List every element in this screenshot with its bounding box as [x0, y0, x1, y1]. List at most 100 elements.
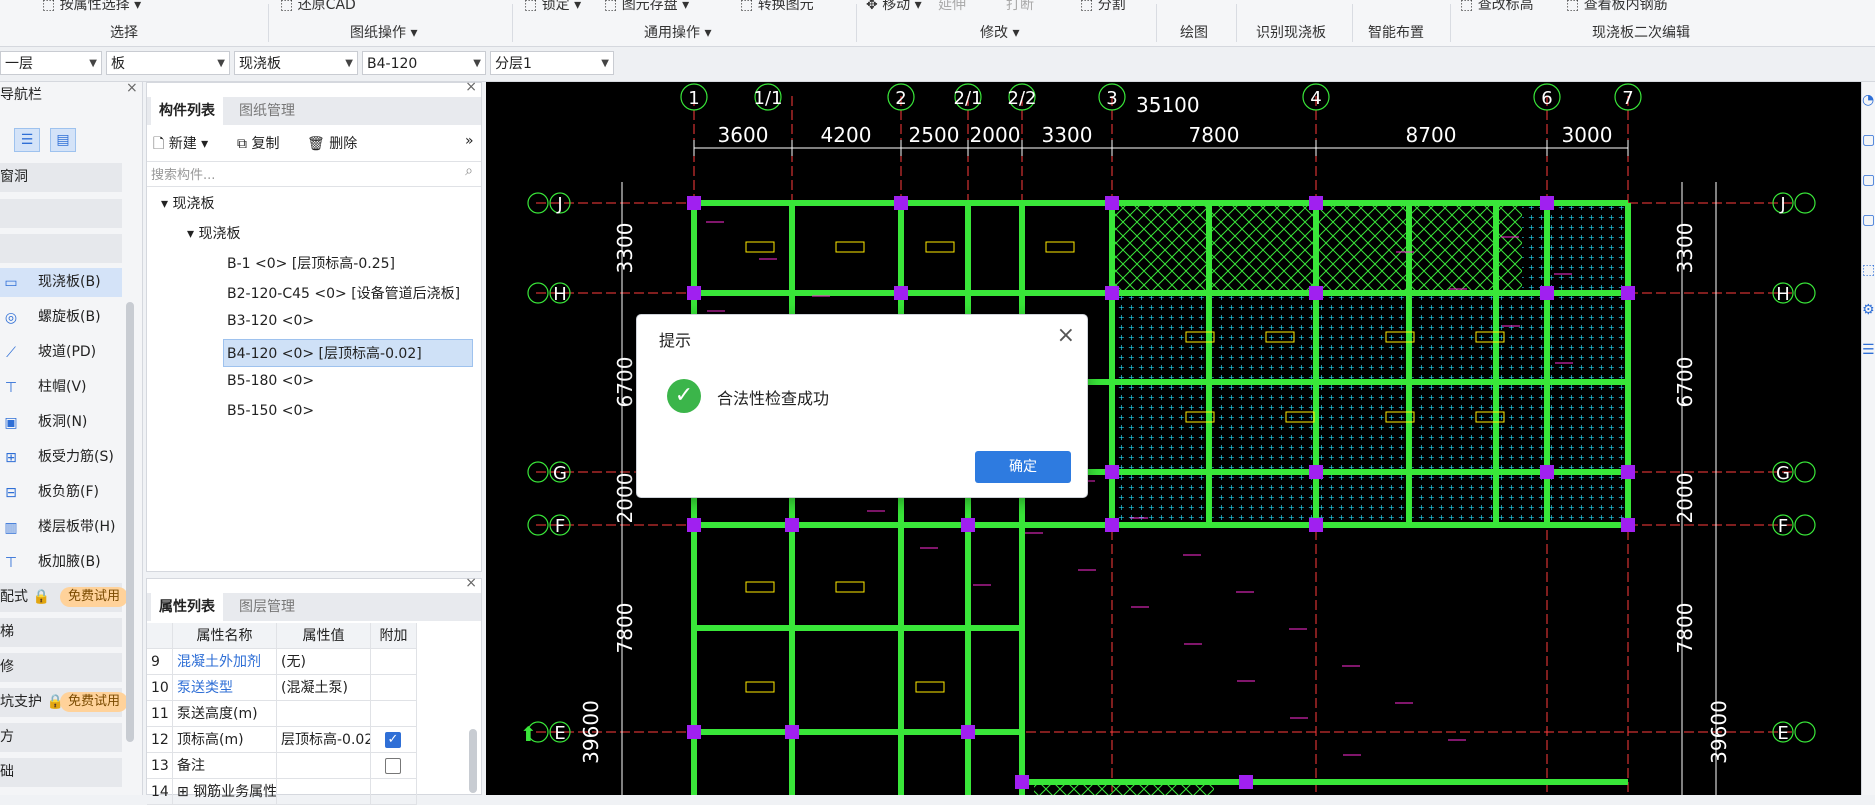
nav-item-column-cap[interactable]: ⊤ 柱帽(V)	[0, 373, 122, 402]
close-icon[interactable]: ×	[465, 575, 477, 591]
close-icon[interactable]: ×	[465, 79, 477, 95]
tab-layer-manage[interactable]: 图层管理	[231, 593, 303, 621]
view-icon[interactable]: ◔	[1862, 92, 1874, 108]
nav-scrollbar[interactable]	[126, 302, 134, 742]
property-name: 备注	[173, 753, 277, 779]
lock-button[interactable]: ⬚ 锁定 ▾	[524, 0, 581, 14]
ok-button[interactable]: 确定	[975, 451, 1071, 483]
property-value[interactable]	[277, 753, 371, 779]
nav-item-cast-slab[interactable]: ▭ 现浇板(B)	[0, 268, 122, 297]
3d-icon[interactable]: ▢	[1862, 132, 1875, 148]
nav-item-main-rebar[interactable]: ⊞ 板受力筋(S)	[0, 443, 122, 472]
property-value[interactable]: (无)	[277, 649, 371, 675]
restore-cad-button[interactable]: ⬚ 还原CAD	[280, 0, 356, 14]
save-icon: ⬚	[604, 0, 622, 13]
column	[1105, 286, 1119, 300]
split-button[interactable]: ⬚ 分割	[1080, 0, 1126, 14]
property-value[interactable]: 层顶标高-0.02	[277, 727, 371, 753]
view-toolbar: ◔ ▢ ▢ ▢ ⬚ ⚙ ☰	[1861, 82, 1875, 795]
detail-view-icon[interactable]: ▤	[50, 128, 76, 152]
search-box[interactable]: 搜索构件... ⌕	[147, 161, 481, 187]
nav-band-empty[interactable]	[0, 199, 122, 228]
tree-child[interactable]: ▾ 现浇板	[187, 223, 240, 243]
column	[1105, 465, 1119, 479]
nav-item-haunch[interactable]: ⊤ 板加腋(B)	[0, 548, 122, 577]
view-rebar-button[interactable]: ⬚ 查看板内钢筋	[1566, 0, 1668, 14]
tree-item-selected[interactable]: B4-120 <0> [层顶标高-0.02]	[227, 343, 422, 363]
property-extra: ✓	[371, 727, 417, 753]
tree-root[interactable]: ▾ 现浇板	[161, 193, 214, 213]
nav-item-neg-rebar[interactable]: ⊟ 板负筋(F)	[0, 478, 122, 507]
group-smart-layout: 智能布置	[1368, 25, 1424, 41]
nav-item-slab-strip[interactable]: ▥ 楼层板带(H)	[0, 513, 122, 542]
tree-item[interactable]: B2-120-C45 <0> [设备管道后浇板]	[227, 283, 460, 303]
append-checkbox[interactable]	[385, 758, 401, 774]
convert-element-button[interactable]: ⬚ 转换图元	[740, 0, 814, 14]
property-name: ⊞ 钢筋业务属性	[173, 779, 277, 805]
layer-select[interactable]: 分层1 ▼	[490, 51, 614, 75]
extend-button[interactable]: 延伸	[938, 0, 966, 14]
left-dimension: 6700	[613, 357, 637, 408]
append-checkbox[interactable]: ✓	[385, 732, 401, 748]
nav-band-decor[interactable]: 修	[0, 653, 122, 682]
tree-item[interactable]: B5-180 <0>	[227, 373, 314, 389]
close-icon[interactable]: ×	[1057, 323, 1075, 348]
tree-item[interactable]: B3-120 <0>	[227, 313, 314, 329]
nav-band-window[interactable]: 窗洞	[0, 163, 122, 192]
rebar-neg-icon: ⊟	[5, 485, 17, 501]
break-button[interactable]: 打断	[1006, 0, 1034, 14]
save-element-button[interactable]: ⬚ 图元存盘 ▾	[604, 0, 689, 14]
close-icon[interactable]: ×	[126, 80, 138, 96]
tab-drawing-manage[interactable]: 图纸管理	[231, 97, 303, 125]
floor-select[interactable]: 一层 ▼	[0, 51, 102, 75]
type-select[interactable]: 现浇板 ▼	[234, 51, 358, 75]
search-icon[interactable]: ⌕	[465, 163, 473, 179]
list-icon[interactable]: ☰	[1862, 342, 1875, 358]
new-button[interactable]: 🗋 新建 ▾	[153, 133, 208, 157]
cube-icon[interactable]: ▢	[1862, 212, 1875, 228]
copy-button[interactable]: ⧉ 复制	[237, 133, 279, 153]
frame-icon[interactable]: ⬚	[1862, 262, 1875, 278]
tab-property-list[interactable]: 属性列表	[151, 593, 223, 621]
tree-item[interactable]: B-1 <0> [层顶标高-0.25]	[227, 253, 395, 273]
item-select[interactable]: B4-120 ▼	[362, 51, 486, 75]
nav-band-empty[interactable]	[0, 234, 122, 263]
layer-icon[interactable]: ▢	[1862, 172, 1875, 188]
tree-item[interactable]: B5-150 <0>	[227, 403, 314, 419]
axis-label: 4	[1310, 88, 1321, 109]
nav-item-spiral-slab[interactable]: ◎ 螺旋板(B)	[0, 303, 122, 332]
move-button[interactable]: ✥ 移动 ▾	[866, 0, 922, 14]
property-value[interactable]	[277, 779, 371, 805]
ribbon-separator	[856, 4, 857, 42]
row-index: 10	[147, 675, 173, 701]
settings-icon[interactable]: ⚙	[1862, 302, 1875, 318]
nav-band-stair[interactable]: 梯	[0, 618, 122, 647]
more-icon[interactable]: »	[465, 133, 474, 149]
tab-component-list[interactable]: 构件列表	[151, 97, 223, 125]
nav-item-slab-hole[interactable]: ▣ 板洞(N)	[0, 408, 122, 437]
group-common-ops[interactable]: 通用操作 ▾	[644, 22, 711, 42]
check-elevation-button[interactable]: ⬚ 查改标高	[1460, 0, 1534, 14]
haunch-icon: ⊤	[4, 555, 18, 571]
nav-item-ramp[interactable]: ⟋ 坡道(PD)	[0, 338, 122, 367]
search-input[interactable]: 搜索构件...	[151, 164, 215, 183]
property-name-text[interactable]: 泵送类型	[177, 680, 233, 696]
nav-band-earthwork[interactable]: 方	[0, 723, 122, 752]
hole-icon: ▣	[4, 415, 18, 431]
axis-bubble	[1794, 721, 1816, 743]
property-value[interactable]: (混凝土泵)	[277, 675, 371, 701]
column	[687, 518, 701, 532]
category-select[interactable]: 板 ▼	[106, 51, 230, 75]
property-value[interactable]	[277, 701, 371, 727]
column	[1540, 465, 1554, 479]
property-scrollbar[interactable]	[469, 729, 477, 793]
nav-band-foundation[interactable]: 础	[0, 758, 122, 787]
group-drawing-ops[interactable]: 图纸操作 ▾	[350, 22, 417, 42]
list-view-icon[interactable]: ☰	[14, 128, 40, 152]
span-dimension: 7800	[1189, 123, 1240, 147]
property-name-text[interactable]: 混凝土外加剂	[177, 654, 261, 670]
delete-button[interactable]: 🗑 删除	[307, 133, 357, 153]
select-by-property-button[interactable]: ⬚ 按属性选择 ▾	[42, 0, 141, 14]
group-modify[interactable]: 修改 ▾	[980, 22, 1019, 42]
column	[961, 518, 975, 532]
